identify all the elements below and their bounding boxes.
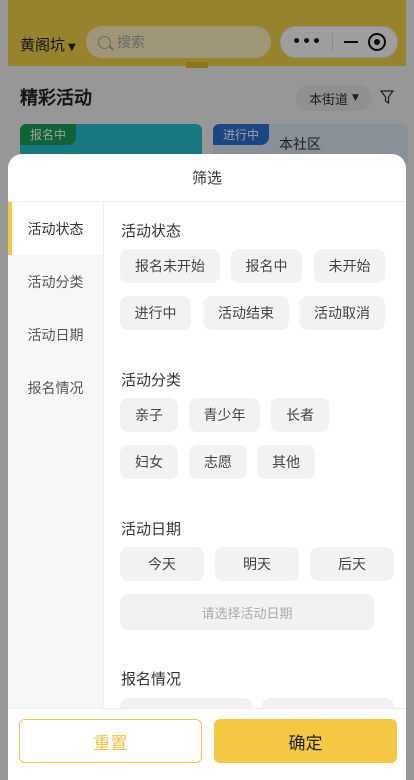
option-chip[interactable]: 报名中 xyxy=(231,249,302,283)
option-chip[interactable]: 长者 xyxy=(271,398,329,432)
option-chip[interactable]: 志愿 xyxy=(189,445,247,479)
option-chip[interactable]: 活动结束 xyxy=(203,296,289,330)
date-picker-input[interactable]: 请选择活动日期 xyxy=(120,594,374,630)
option-chip[interactable]: 今天 xyxy=(120,547,204,581)
panel-title: 筛选 xyxy=(8,154,406,202)
tab-activity-date[interactable]: 活动日期 xyxy=(8,308,103,361)
reset-button[interactable]: 重置 xyxy=(19,719,202,763)
filter-panel: 筛选 活动状态 活动分类 活动日期 报名情况 活动状态 报名未开始 报名中 未开… xyxy=(8,154,406,780)
group-title-status: 活动状态 xyxy=(121,222,182,240)
group-title-signup: 报名情况 xyxy=(121,670,182,688)
group-title-category: 活动分类 xyxy=(121,371,182,389)
option-chip[interactable]: 活动取消 xyxy=(299,296,385,330)
option-chip[interactable]: 未开始 xyxy=(314,249,385,283)
filter-tabs: 活动状态 活动分类 活动日期 报名情况 xyxy=(8,202,104,712)
option-chip[interactable]: 妇女 xyxy=(120,445,178,479)
option-chip[interactable]: 明天 xyxy=(215,547,299,581)
filter-content[interactable]: 活动状态 报名未开始 报名中 未开始 进行中 活动结束 活动取消 活动分类 亲子… xyxy=(104,202,406,712)
group-title-date: 活动日期 xyxy=(121,520,182,538)
option-chip[interactable]: 亲子 xyxy=(120,398,178,432)
confirm-button[interactable]: 确定 xyxy=(214,719,397,763)
tab-activity-category[interactable]: 活动分类 xyxy=(8,255,103,308)
panel-footer: 重置 确定 xyxy=(8,708,406,780)
option-chip[interactable]: 青少年 xyxy=(189,398,260,432)
tab-activity-status[interactable]: 活动状态 xyxy=(8,202,103,255)
tab-signup-status[interactable]: 报名情况 xyxy=(8,361,103,414)
option-chip[interactable]: 后天 xyxy=(310,547,394,581)
option-chip[interactable]: 报名未开始 xyxy=(120,249,220,283)
option-chip[interactable]: 进行中 xyxy=(120,296,191,330)
option-chip[interactable]: 其他 xyxy=(257,445,315,479)
